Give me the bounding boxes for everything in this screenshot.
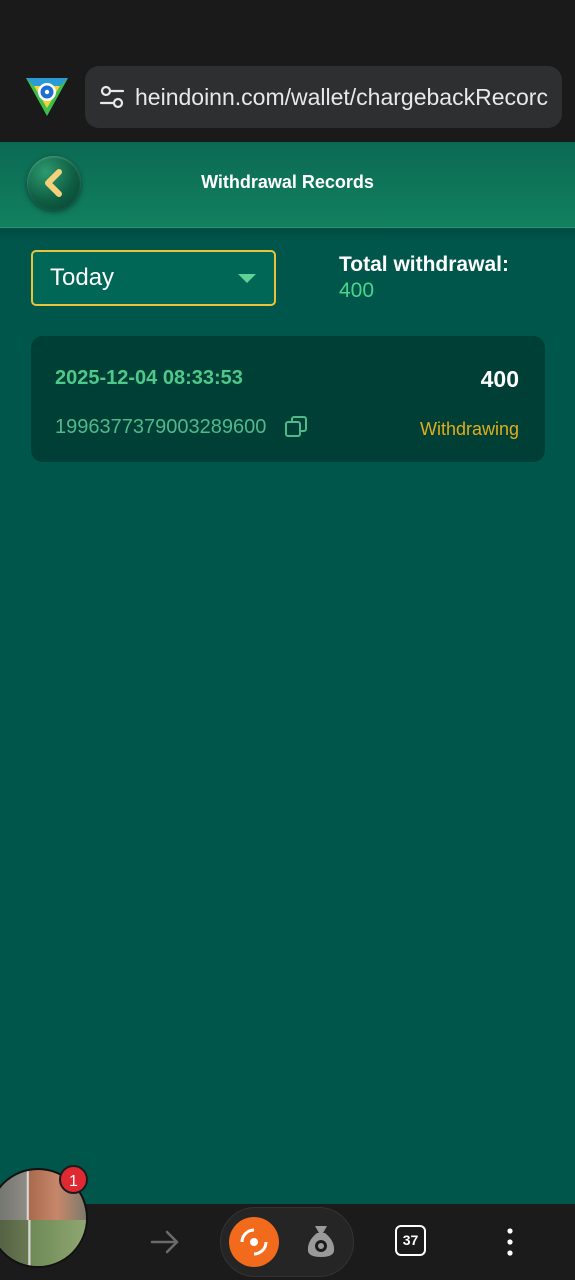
- copy-icon[interactable]: [284, 415, 308, 439]
- total-withdrawal-value: 400: [339, 279, 375, 302]
- page-header: Withdrawal Records: [0, 142, 575, 228]
- url-text[interactable]: heindoinn.com/wallet/chargebackRecorc: [135, 66, 548, 128]
- money-bag-icon[interactable]: [304, 1223, 338, 1259]
- address-bar[interactable]: heindoinn.com/wallet/chargebackRecorc: [85, 66, 562, 128]
- more-menu-icon[interactable]: [500, 1226, 520, 1258]
- total-withdrawal-label: Total withdrawal:: [339, 253, 509, 276]
- site-settings-icon[interactable]: [99, 84, 125, 110]
- tab-switcher-button[interactable]: 37: [395, 1225, 426, 1256]
- spin-extension-icon[interactable]: [229, 1217, 279, 1267]
- notification-badge: 1: [59, 1165, 88, 1194]
- browser-toolbar: heindoinn.com/wallet/chargebackRecorc: [0, 56, 575, 142]
- forward-arrow-icon[interactable]: [150, 1228, 180, 1256]
- page-title: Withdrawal Records: [201, 172, 374, 192]
- status-bar: [0, 0, 575, 56]
- period-select[interactable]: Today: [31, 250, 276, 306]
- record-id: 1996377379003289600: [55, 416, 267, 438]
- record-card: 2025-12-04 08:33:53 400 1996377379003289…: [31, 336, 545, 462]
- browser-logo-icon[interactable]: [24, 76, 70, 118]
- dropdown-arrow-icon: [238, 274, 256, 283]
- period-select-value: Today: [50, 264, 115, 291]
- header-divider: [0, 228, 575, 242]
- record-time: 2025-12-04 08:33:53: [55, 367, 243, 389]
- record-status: Withdrawing: [419, 419, 519, 439]
- record-amount: 400: [480, 366, 519, 392]
